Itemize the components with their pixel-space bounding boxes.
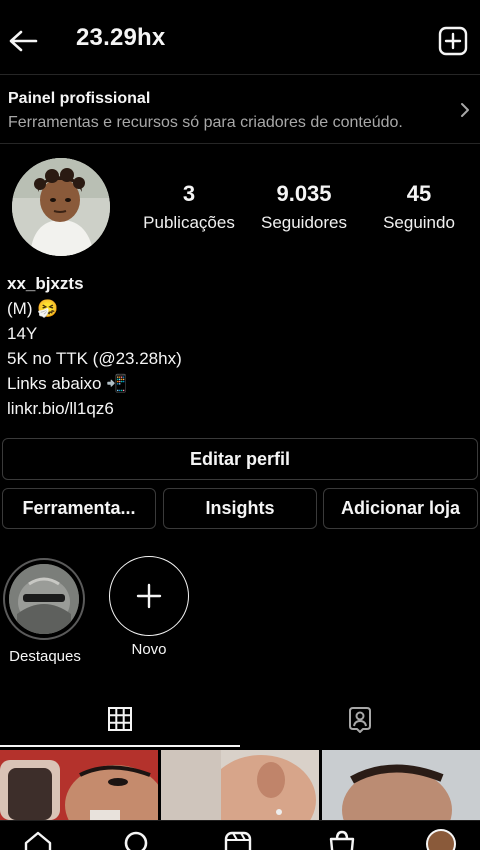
new-post-button[interactable] <box>438 26 468 56</box>
stat-followers[interactable]: 9.035 Seguidores <box>252 181 356 233</box>
bio-line: 14Y <box>7 324 38 343</box>
reels-icon <box>224 831 252 850</box>
page-title: 23.29hx <box>76 24 166 51</box>
add-shop-button[interactable]: Adicionar loja <box>323 488 478 529</box>
nav-home[interactable] <box>22 829 54 850</box>
bottom-nav <box>0 820 480 850</box>
highlight-label: Destaques <box>9 648 81 665</box>
chevron-right-icon <box>461 103 469 117</box>
bio-line: Links abaixo 📲 <box>7 374 128 393</box>
pro-panel-subtitle: Ferramentas e recursos só para criadores… <box>8 114 403 131</box>
insights-button[interactable]: Insights <box>163 488 317 529</box>
new-highlight-label: Novo <box>131 641 167 658</box>
followers-label: Seguidores <box>260 213 347 232</box>
profile-name: xx_bjxzts <box>7 274 84 293</box>
profile-tabs <box>0 694 480 748</box>
nav-profile[interactable] <box>426 829 458 850</box>
bio-link[interactable]: linkr.bio/ll1qz6 <box>7 396 182 421</box>
back-button[interactable] <box>6 24 40 58</box>
plus-icon <box>136 583 162 609</box>
posts-count: 3 <box>182 181 196 206</box>
nav-search[interactable] <box>122 829 154 850</box>
search-icon <box>124 831 148 850</box>
followers-count: 9.035 <box>276 181 332 206</box>
nav-shop[interactable] <box>326 829 358 850</box>
stat-following[interactable]: 45 Seguindo <box>374 181 464 233</box>
nav-avatar <box>426 829 456 850</box>
following-count: 45 <box>406 181 432 206</box>
profile-avatar[interactable] <box>12 158 110 256</box>
new-highlight-circle <box>109 556 189 636</box>
nav-reels[interactable] <box>222 829 254 850</box>
home-icon <box>24 831 52 850</box>
tools-button[interactable]: Ferramenta... <box>2 488 156 529</box>
highlight-cover <box>3 558 85 640</box>
stat-posts[interactable]: 3 Publicações <box>134 181 244 233</box>
pro-panel-title: Painel profissional <box>8 90 151 107</box>
posts-label: Publicações <box>143 213 235 232</box>
bio-line: 5K no TTK (@23.28hx) <box>7 349 182 368</box>
active-tab-indicator <box>0 745 240 747</box>
profile-bio: xx_bjxzts (M) 🤧 14Y 5K no TTK (@23.28hx)… <box>7 271 182 421</box>
tagged-user-icon <box>349 707 371 733</box>
following-label: Seguindo <box>383 213 455 232</box>
tab-grid[interactable] <box>0 694 240 744</box>
edit-profile-button[interactable]: Editar perfil <box>2 438 478 480</box>
arrow-left-icon <box>9 30 38 52</box>
post-thumbnail[interactable] <box>161 750 319 820</box>
post-grid <box>0 750 480 820</box>
post-thumbnail[interactable] <box>0 750 158 820</box>
tab-tagged[interactable] <box>240 694 480 744</box>
plus-square-icon <box>438 26 468 56</box>
grid-icon <box>108 707 132 731</box>
professional-dashboard[interactable]: Painel profissional Ferramentas e recurs… <box>0 74 480 144</box>
highlight-destaques[interactable]: Destaques <box>3 558 87 665</box>
new-highlight[interactable]: Novo <box>108 556 190 658</box>
top-bar: 23.29hx <box>0 0 480 78</box>
shopping-bag-icon <box>329 830 355 850</box>
post-thumbnail[interactable] <box>322 750 480 820</box>
bio-line: (M) 🤧 <box>7 299 59 318</box>
